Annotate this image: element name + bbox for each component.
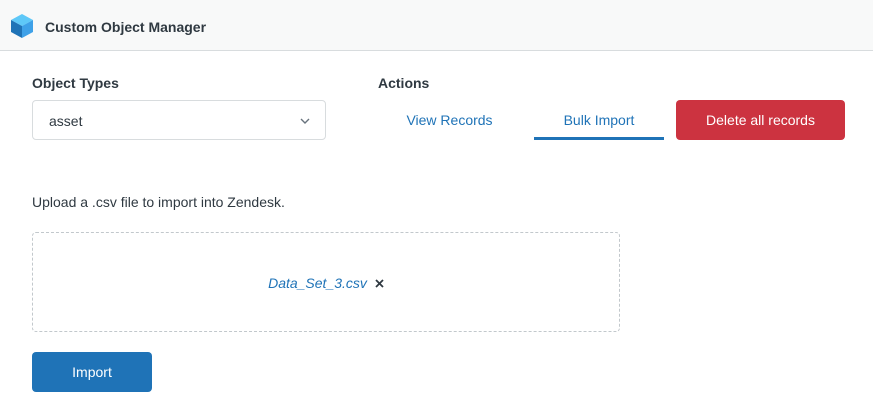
actions-label: Actions [378,75,430,91]
file-name: Data_Set_3.csv [268,275,367,291]
delete-all-records-button[interactable]: Delete all records [676,100,845,140]
uploaded-file: Data_Set_3.csv [33,274,619,292]
upload-instructions: Upload a .csv file to import into Zendes… [32,194,285,210]
cube-icon [11,14,33,38]
object-types-label: Object Types [32,75,119,91]
import-button[interactable]: Import [32,352,152,392]
tab-bulk-import[interactable]: Bulk Import [534,100,664,140]
app-header: Custom Object Manager [0,0,873,51]
chevron-down-icon [300,118,310,124]
close-icon[interactable] [375,279,384,288]
object-type-select-value: asset [49,113,83,129]
tab-view-records[interactable]: View Records [389,100,510,140]
app-title: Custom Object Manager [45,19,207,35]
file-dropzone[interactable]: Data_Set_3.csv [32,232,620,332]
object-type-select[interactable]: asset [32,100,326,140]
